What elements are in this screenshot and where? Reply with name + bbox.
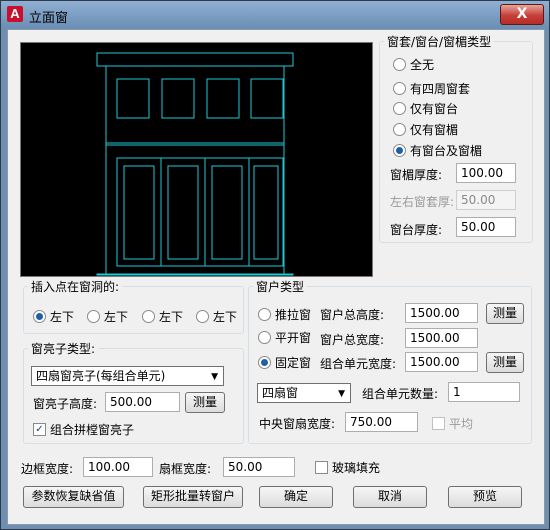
unit-width-measure-button[interactable]: 测量 [486, 352, 524, 373]
glass-fill-checkbox[interactable]: 玻璃填充 [315, 459, 380, 476]
sash-frame-label: 扇框宽度: [159, 462, 212, 476]
sash-2-inner [167, 165, 199, 260]
border-width-input[interactable]: 100.00 [83, 457, 153, 477]
elevation-preview [20, 42, 373, 277]
unit-width-input[interactable]: 1500.00 [405, 352, 478, 372]
unit-width-label: 组合单元宽度: [320, 357, 397, 371]
casing-style-legend: 窗套/窗台/窗楣类型 [387, 35, 492, 49]
unit-count-label: 组合单元数量: [362, 387, 439, 401]
center-sash-label: 中央窗扇宽度: [259, 417, 336, 431]
style-option-full-casing[interactable]: 有四周窗套 [393, 80, 470, 97]
batch-convert-button[interactable]: 矩形批量转窗户 [143, 486, 243, 508]
side-casing-label: 左右窗套厚: [390, 195, 455, 209]
style-option-none[interactable]: 全无 [393, 56, 434, 73]
chevron-down-icon: ▼ [338, 389, 345, 399]
cancel-button[interactable]: 取消 [353, 486, 427, 508]
restore-defaults-button[interactable]: 参数恢复缺省值 [23, 486, 124, 508]
window-title: 立面窗 [29, 11, 69, 26]
center-sash-input[interactable]: 750.00 [345, 412, 418, 432]
lintel-thickness-label: 窗楣厚度: [390, 168, 443, 182]
sill-shape [96, 273, 294, 276]
ok-button[interactable]: 确定 [259, 486, 333, 508]
type-casement-radio[interactable]: 平开窗 [258, 329, 311, 346]
chevron-down-icon: ▼ [211, 372, 218, 382]
window-elevation-drawing [96, 52, 294, 276]
sill-thickness-label: 窗台厚度: [390, 223, 443, 237]
dialog-window: A 立面窗 X 窗套/窗台/窗楣类型 全无 有四周窗套 仅有窗台 仅有窗楣 有窗… [0, 0, 550, 530]
style-option-sill-only[interactable]: 仅有窗台 [393, 100, 458, 117]
style-option-sill-and-lintel[interactable]: 有窗台及窗楣 [393, 142, 482, 159]
insert-option-4[interactable]: 左下 [196, 308, 237, 325]
insert-option-2[interactable]: 左下 [87, 308, 128, 325]
preview-button[interactable]: 预览 [448, 486, 522, 508]
combine-transom-checkbox[interactable]: ✓ 组合拼樘窗亮子 [33, 421, 134, 438]
insert-option-1[interactable]: 左下 [33, 308, 74, 325]
side-casing-input[interactable]: 50.00 [456, 190, 516, 210]
transom-measure-button[interactable]: 测量 [185, 392, 225, 413]
lintel-shape [96, 52, 294, 67]
total-width-label: 窗户总宽度: [320, 333, 385, 347]
sill-thickness-input[interactable]: 50.00 [456, 217, 516, 237]
dialog-body: 窗套/窗台/窗楣类型 全无 有四周窗套 仅有窗台 仅有窗楣 有窗台及窗楣 窗楣厚… [7, 29, 545, 525]
top-pane-2 [161, 78, 195, 119]
insertion-point-legend: 插入点在窗洞的: [31, 280, 120, 294]
app-logo-icon: A [7, 6, 23, 22]
insert-option-3[interactable]: 左下 [142, 308, 183, 325]
insertion-point-group: 插入点在窗洞的: [23, 278, 244, 334]
sash-3-inner [211, 165, 243, 260]
type-fixed-radio[interactable]: 固定窗 [258, 354, 311, 371]
transom-type-select[interactable]: 四扇窗亮子(每组合单元) ▼ [31, 366, 224, 386]
sash-count-select[interactable]: 四扇窗 ▼ [257, 383, 351, 403]
transom-type-legend: 窗亮子类型: [31, 342, 96, 356]
sash-4-inner [253, 165, 279, 260]
top-pane-1 [116, 78, 150, 119]
window-type-legend: 窗户类型 [256, 280, 305, 294]
transom-height-input[interactable]: 500.00 [105, 392, 180, 412]
sash-1-inner [123, 165, 155, 260]
title-bar[interactable]: A 立面窗 X [1, 1, 549, 29]
transom-line [105, 142, 285, 146]
total-height-input[interactable]: 1500.00 [405, 303, 478, 323]
border-width-label: 边框宽度: [21, 462, 74, 476]
total-width-input[interactable]: 1500.00 [405, 328, 478, 348]
window-frame-shape [105, 65, 285, 275]
sash-frame-input[interactable]: 50.00 [223, 457, 295, 477]
close-button[interactable]: X [500, 4, 544, 25]
top-pane-3 [206, 78, 240, 119]
height-measure-button[interactable]: 测量 [486, 303, 524, 324]
style-option-lintel-only[interactable]: 仅有窗楣 [393, 121, 458, 138]
type-sliding-radio[interactable]: 推拉窗 [258, 306, 311, 323]
unit-count-input[interactable]: 1 [448, 382, 520, 402]
lintel-thickness-input[interactable]: 100.00 [456, 163, 516, 183]
top-pane-4 [250, 78, 284, 119]
total-height-label: 窗户总高度: [320, 308, 385, 322]
transom-height-label: 窗亮子高度: [33, 397, 98, 411]
average-checkbox[interactable]: 平均 [432, 415, 473, 432]
